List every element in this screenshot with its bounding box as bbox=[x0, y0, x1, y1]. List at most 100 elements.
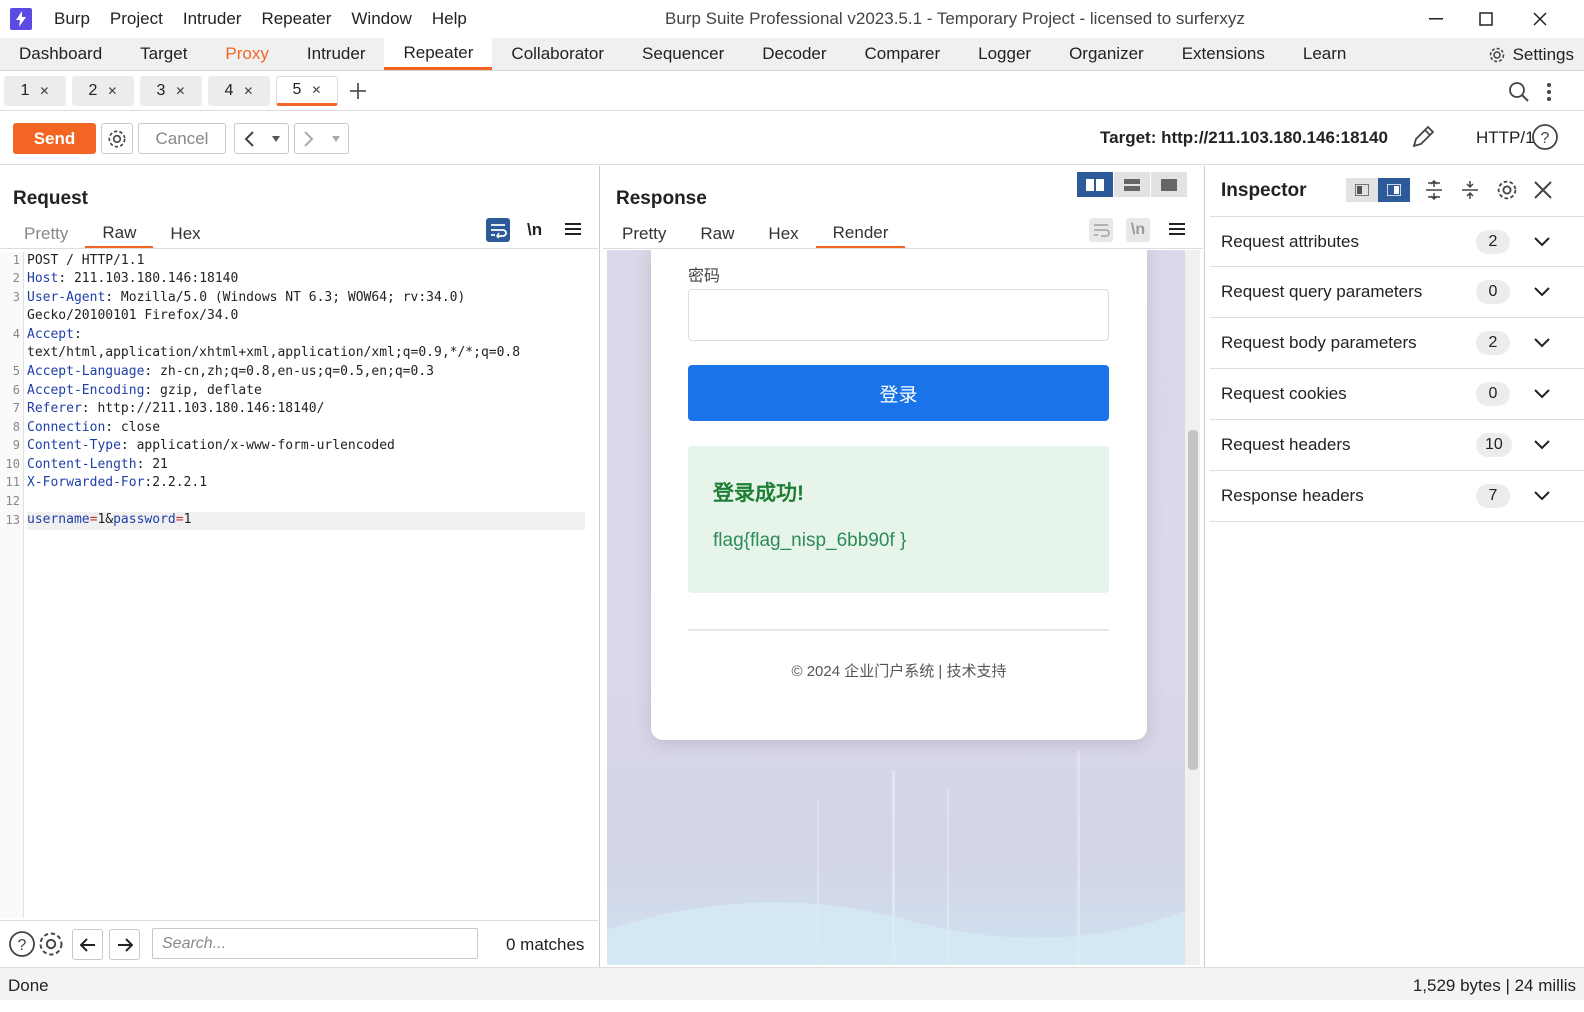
response-tab-raw[interactable]: Raw bbox=[683, 220, 751, 248]
collapse-all-icon[interactable] bbox=[1460, 180, 1480, 200]
request-tab-raw[interactable]: Raw bbox=[85, 220, 154, 248]
menu-help[interactable]: Help bbox=[422, 9, 477, 29]
next-match-arrow-icon[interactable] bbox=[109, 929, 140, 960]
render-scrollbar[interactable] bbox=[1185, 250, 1200, 965]
scrollbar-thumb[interactable] bbox=[1188, 430, 1198, 770]
tab-dashboard[interactable]: Dashboard bbox=[0, 38, 121, 70]
header-key: X-Forwarded-For bbox=[27, 475, 145, 490]
request-editor[interactable]: 1 2 3 4 5 6 7 8 9 10 11 12 13 POST / HTT… bbox=[0, 252, 598, 918]
cancel-button[interactable]: Cancel bbox=[138, 123, 226, 154]
chevron-down-icon bbox=[1534, 440, 1550, 450]
tab-extensions[interactable]: Extensions bbox=[1163, 38, 1284, 70]
wrap-lines-icon[interactable] bbox=[486, 218, 510, 242]
inspector-row-response-headers[interactable]: Response headers 7 bbox=[1210, 471, 1584, 522]
repeater-tab[interactable]: 4 ✕ bbox=[208, 76, 270, 106]
close-tab-icon[interactable]: ✕ bbox=[39, 84, 49, 98]
inspector-row-query-parameters[interactable]: Request query parameters 0 bbox=[1210, 267, 1584, 318]
inspector-row-request-headers[interactable]: Request headers 10 bbox=[1210, 420, 1584, 471]
layout-switcher bbox=[1077, 172, 1190, 197]
tab-collaborator[interactable]: Collaborator bbox=[492, 38, 623, 70]
line-number: 8 bbox=[12, 420, 20, 434]
settings-button[interactable]: Settings bbox=[1487, 38, 1574, 71]
forward-arrow-icon bbox=[304, 130, 314, 147]
search-settings-gear-icon[interactable] bbox=[37, 930, 65, 958]
tab-intruder[interactable]: Intruder bbox=[288, 38, 385, 70]
inspector-row-request-attributes[interactable]: Request attributes 2 bbox=[1210, 216, 1584, 267]
repeater-tab[interactable]: 1 ✕ bbox=[4, 76, 66, 106]
layout-side-by-side-icon[interactable] bbox=[1077, 172, 1114, 197]
previous-match-arrow-icon[interactable] bbox=[72, 929, 103, 960]
back-history-button[interactable] bbox=[234, 123, 289, 154]
request-tab-hex[interactable]: Hex bbox=[153, 220, 217, 248]
response-tab-hex[interactable]: Hex bbox=[751, 220, 815, 248]
edit-target-pencil-icon[interactable] bbox=[1410, 124, 1436, 150]
search-input[interactable]: Search... bbox=[152, 928, 478, 959]
help-icon[interactable]: ? bbox=[1531, 123, 1559, 151]
forward-history-button[interactable] bbox=[294, 123, 349, 154]
tab-organizer[interactable]: Organizer bbox=[1050, 38, 1163, 70]
inspector-row-body-parameters[interactable]: Request body parameters 2 bbox=[1210, 318, 1584, 369]
svg-text:?: ? bbox=[18, 937, 27, 954]
tab-decoder[interactable]: Decoder bbox=[743, 38, 845, 70]
hamburger-menu-icon[interactable] bbox=[565, 222, 581, 236]
send-button[interactable]: Send bbox=[13, 123, 96, 154]
dropdown-icon bbox=[271, 135, 280, 142]
tab-learn[interactable]: Learn bbox=[1284, 38, 1365, 70]
header-value: : bbox=[73, 327, 82, 342]
layout-top-bottom-icon[interactable] bbox=[1114, 172, 1151, 197]
inspector-layout-toggle bbox=[1346, 178, 1410, 202]
send-options-gear-icon[interactable] bbox=[101, 123, 133, 154]
more-options-icon[interactable] bbox=[1546, 82, 1552, 102]
chevron-down-icon bbox=[1534, 287, 1550, 297]
inspector-settings-gear-icon[interactable] bbox=[1495, 178, 1519, 202]
repeater-tab[interactable]: 3 ✕ bbox=[140, 76, 202, 106]
tab-sequencer[interactable]: Sequencer bbox=[623, 38, 743, 70]
response-tab-pretty[interactable]: Pretty bbox=[605, 220, 683, 248]
inspector-row-count: 0 bbox=[1476, 382, 1510, 406]
add-tab-icon[interactable] bbox=[348, 81, 368, 101]
minimize-icon[interactable] bbox=[1416, 4, 1456, 34]
param-value: 1 bbox=[183, 512, 192, 527]
close-window-icon[interactable] bbox=[1520, 4, 1560, 34]
request-tab-pretty[interactable]: Pretty bbox=[7, 220, 85, 248]
repeater-tab[interactable]: 2 ✕ bbox=[72, 76, 134, 106]
line-number: 5 bbox=[12, 364, 20, 378]
close-tab-icon[interactable]: ✕ bbox=[311, 83, 321, 97]
panel-right-icon[interactable] bbox=[1378, 178, 1410, 202]
layout-tabs-icon[interactable] bbox=[1151, 172, 1188, 197]
tab-comparer[interactable]: Comparer bbox=[846, 38, 960, 70]
tab-proxy[interactable]: Proxy bbox=[206, 38, 287, 70]
line-number: 2 bbox=[12, 271, 20, 285]
tab-logger[interactable]: Logger bbox=[959, 38, 1050, 70]
tab-target[interactable]: Target bbox=[121, 38, 206, 70]
help-icon[interactable]: ? bbox=[8, 930, 36, 958]
tab-repeater[interactable]: Repeater bbox=[384, 38, 493, 70]
password-label: 密码 bbox=[688, 268, 721, 285]
menu-repeater[interactable]: Repeater bbox=[251, 9, 341, 29]
menu-intruder[interactable]: Intruder bbox=[173, 9, 252, 29]
header-value: text/html,application/xhtml+xml,applicat… bbox=[27, 345, 521, 360]
response-tab-render[interactable]: Render bbox=[815, 220, 906, 248]
close-tab-icon[interactable]: ✕ bbox=[107, 84, 117, 98]
menu-project[interactable]: Project bbox=[100, 9, 173, 29]
header-key: Accept-Encoding bbox=[27, 383, 145, 398]
search-icon[interactable] bbox=[1508, 81, 1530, 103]
menu-burp[interactable]: Burp bbox=[44, 9, 100, 29]
show-newlines-toggle[interactable]: \n bbox=[527, 220, 542, 240]
http-version[interactable]: HTTP/1 bbox=[1476, 128, 1535, 148]
close-tab-icon[interactable]: ✕ bbox=[243, 84, 253, 98]
panel-left-icon[interactable] bbox=[1346, 178, 1378, 202]
password-input[interactable] bbox=[688, 289, 1109, 341]
maximize-icon[interactable] bbox=[1466, 4, 1506, 34]
close-tab-icon[interactable]: ✕ bbox=[175, 84, 185, 98]
close-inspector-icon[interactable] bbox=[1534, 181, 1552, 199]
login-button[interactable]: 登录 bbox=[688, 365, 1109, 421]
menu-window[interactable]: Window bbox=[341, 9, 421, 29]
hamburger-menu-icon[interactable] bbox=[1169, 222, 1185, 236]
line-number: 13 bbox=[5, 513, 20, 527]
expand-all-icon[interactable] bbox=[1424, 180, 1444, 200]
burp-logo-icon bbox=[10, 8, 32, 30]
repeater-tab-active[interactable]: 5 ✕ bbox=[276, 76, 338, 106]
response-pane: Response Pretty Raw Hex Render \n 密码 登录 … bbox=[603, 166, 1205, 967]
inspector-row-cookies[interactable]: Request cookies 0 bbox=[1210, 369, 1584, 420]
